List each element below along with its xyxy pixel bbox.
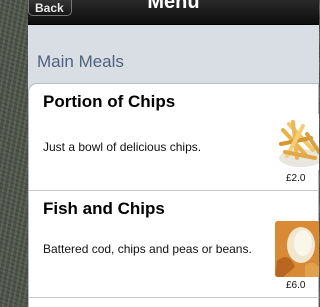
item-description: Just a bowl of delicious chips. xyxy=(43,140,202,154)
menu-list: Portion of Chips Just a bowl of deliciou… xyxy=(28,83,319,307)
fish-and-chips-photo-icon xyxy=(275,221,319,277)
navigation-bar: Back Menu xyxy=(28,0,319,25)
nav-title: Menu xyxy=(147,0,200,13)
item-price: £2.0 xyxy=(286,173,306,184)
menu-item-portion-of-chips[interactable]: Portion of Chips Just a bowl of deliciou… xyxy=(29,84,319,189)
section-header: Main Meals xyxy=(37,52,124,71)
menu-item-fish-and-chips[interactable]: Fish and Chips Battered cod, chips and p… xyxy=(29,191,319,296)
chips-photo-icon xyxy=(275,114,319,170)
row-divider xyxy=(29,297,319,298)
menu-panel: Main Meals Portion of Chips Just a bowl … xyxy=(28,25,319,307)
item-title: Portion of Chips xyxy=(43,92,176,111)
item-description: Battered cod, chips and peas or beans. xyxy=(43,242,252,256)
item-price: £6.0 xyxy=(286,280,306,291)
item-title: Fish and Chips xyxy=(43,199,165,218)
